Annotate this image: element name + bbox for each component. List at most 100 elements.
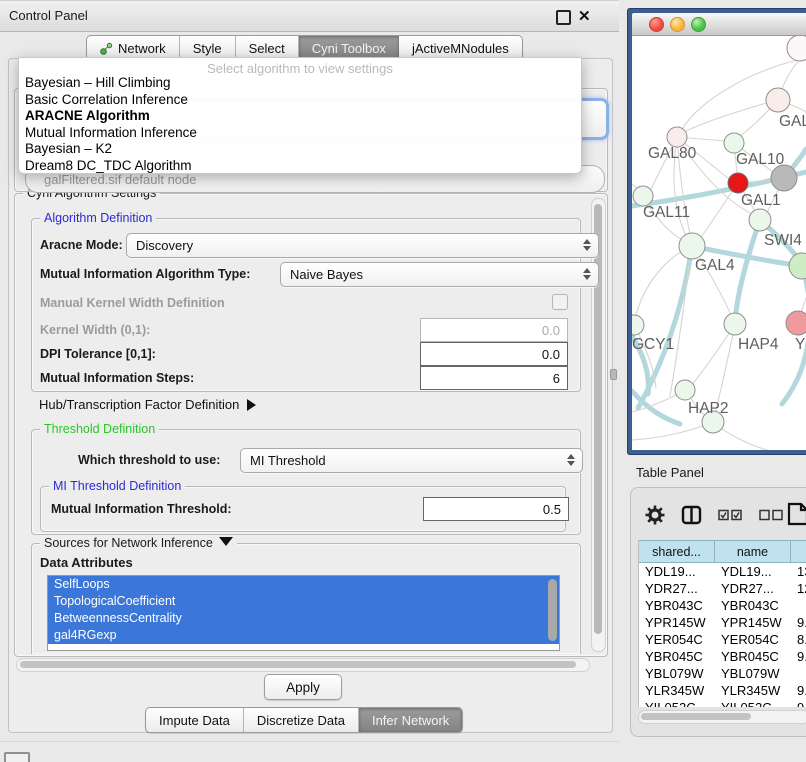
- network-node-gcy1[interactable]: [632, 315, 644, 335]
- column-header-name[interactable]: name: [715, 540, 791, 563]
- network-node[interactable]: [787, 36, 806, 61]
- table-hscrollbar-thumb[interactable]: [641, 713, 751, 720]
- network-edge-thick: [736, 220, 760, 312]
- table-row[interactable]: YPR145WYPR145W9.: [639, 614, 806, 631]
- node-label-hap4: HAP4: [738, 336, 779, 353]
- table-row[interactable]: YBR043CYBR043C: [639, 597, 806, 614]
- algorithm-option[interactable]: Mutual Information Inference: [25, 125, 197, 140]
- algorithm-option[interactable]: Basic Correlation Inference: [25, 92, 188, 107]
- node-label-gal11: GAL11: [643, 204, 690, 221]
- network-node-hap2[interactable]: [675, 380, 695, 400]
- network-graph: GALGAL80GAL10GAL1GAL11SWI4GAL4GCY1HAP4YH…: [632, 36, 806, 450]
- algorithm-option[interactable]: Bayesian – K2: [25, 141, 112, 156]
- mi-threshold-group-label: MI Threshold Definition: [49, 479, 185, 493]
- table-row[interactable]: YIL052CYIL052C9.: [639, 699, 806, 707]
- tab-label: Infer Network: [372, 713, 449, 728]
- table-cell: YPR145W: [715, 614, 791, 631]
- data-attributes-list[interactable]: SelfLoopsTopologicalCoefficientBetweenne…: [47, 575, 560, 651]
- network-node-gal10[interactable]: [724, 133, 744, 153]
- table-row[interactable]: YER054CYER054C8.: [639, 631, 806, 648]
- close-icon[interactable]: ✕: [578, 7, 591, 25]
- mi-threshold-group: MI Threshold Definition Mutual Informati…: [40, 486, 566, 532]
- table-cell: YER054C: [715, 631, 791, 648]
- select-all-checkboxes-icon[interactable]: [718, 509, 743, 524]
- mi-steps-input[interactable]: 6: [420, 366, 568, 390]
- network-canvas[interactable]: GALGAL80GAL10GAL1GAL11SWI4GAL4GCY1HAP4YH…: [632, 36, 806, 450]
- manual-kernel-label: Manual Kernel Width Definition: [40, 296, 225, 310]
- column-header-shared[interactable]: shared...: [639, 540, 715, 563]
- columns-icon[interactable]: [681, 505, 702, 528]
- minimize-traffic-light-icon[interactable]: [670, 17, 685, 32]
- table-cell: YER054C: [639, 631, 715, 648]
- which-threshold-select[interactable]: MI Threshold: [240, 448, 583, 473]
- network-node-gal[interactable]: [766, 88, 790, 112]
- network-node-gal11[interactable]: [633, 186, 653, 206]
- table-hscrollbar[interactable]: [638, 710, 806, 724]
- new-table-icon[interactable]: [787, 502, 806, 529]
- mi-type-select[interactable]: Naive Bayes: [280, 262, 599, 287]
- tab-label: Network: [118, 41, 166, 56]
- mi-threshold-input[interactable]: 0.5: [423, 497, 569, 521]
- network-node-gal4[interactable]: [679, 233, 705, 259]
- network-node-gal1[interactable]: [728, 173, 748, 193]
- algorithm-option[interactable]: Dream8 DC_TDC Algorithm: [25, 158, 192, 173]
- network-node[interactable]: [771, 165, 797, 191]
- table-row[interactable]: YDL19...YDL19...13: [639, 563, 806, 580]
- aracne-mode-select[interactable]: Discovery: [126, 233, 599, 258]
- kernel-width-input[interactable]: 0.0: [420, 318, 568, 342]
- close-traffic-light-icon[interactable]: [649, 17, 664, 32]
- node-label-hap2: HAP2: [688, 400, 729, 417]
- settings-hscrollbar[interactable]: [16, 658, 590, 672]
- table-cell: YDR27...: [715, 580, 791, 597]
- panel-splitter-handle[interactable]: [610, 369, 617, 380]
- table-row[interactable]: YDR27...YDR27...12: [639, 580, 806, 597]
- algorithm-option[interactable]: Bayesian – Hill Climbing: [25, 75, 171, 90]
- node-table: shared...nameA YDL19...YDL19...13YDR27..…: [638, 540, 806, 707]
- table-cell: 13: [791, 563, 806, 580]
- hub-definition-toggle[interactable]: Hub/Transcription Factor Definition: [39, 397, 256, 412]
- sources-group-label[interactable]: Sources for Network Inference: [40, 536, 237, 550]
- table-row[interactable]: YBR045CYBR045C9.: [639, 648, 806, 665]
- attribute-item[interactable]: gal4RGexp: [48, 627, 559, 644]
- table-cell: YBR043C: [715, 597, 791, 614]
- gear-icon[interactable]: [645, 505, 665, 528]
- divider: [0, 741, 619, 742]
- algorithm-option[interactable]: ARACNE Algorithm: [25, 108, 150, 123]
- settings-hscrollbar-thumb[interactable]: [20, 661, 576, 668]
- table-cell: YBL079W: [715, 665, 791, 682]
- which-threshold-label: Which threshold to use:: [78, 453, 220, 467]
- attribute-item[interactable]: TopologicalCoefficient: [48, 593, 559, 610]
- network-node-swi4[interactable]: [749, 209, 771, 231]
- apply-button-label: Apply: [286, 680, 320, 695]
- dpi-tolerance-input[interactable]: 0.0: [420, 342, 568, 366]
- stepper-icon: [582, 238, 591, 252]
- zoom-traffic-light-icon[interactable]: [691, 17, 706, 32]
- minimized-panel-icon[interactable]: [4, 752, 30, 762]
- deselect-all-checkboxes-icon[interactable]: [759, 509, 784, 524]
- tab-impute-data[interactable]: Impute Data: [146, 708, 244, 732]
- cyni-mode-tabbar: Impute DataDiscretize Data Infer Network: [145, 707, 463, 733]
- network-node-gal80[interactable]: [667, 127, 687, 147]
- network-node-hap4[interactable]: [724, 313, 746, 335]
- attribute-item[interactable]: BetweennessCentrality: [48, 610, 559, 627]
- apply-button[interactable]: Apply: [264, 674, 342, 700]
- tab-infer-network[interactable]: Infer Network: [359, 708, 462, 732]
- node-label-gal4: GAL4: [695, 257, 735, 274]
- manual-kernel-checkbox[interactable]: [552, 294, 568, 310]
- hub-definition-label: Hub/Transcription Factor Definition: [39, 397, 239, 412]
- column-header-a[interactable]: A: [791, 540, 806, 563]
- table-row[interactable]: YBL079WYBL079W: [639, 665, 806, 682]
- algorithm-popup-placeholder: Select algorithm to view settings: [19, 61, 581, 76]
- tab-discretize-data[interactable]: Discretize Data: [244, 708, 359, 732]
- attr-list-scrollbar-thumb[interactable]: [548, 579, 557, 641]
- stepper-icon: [582, 267, 591, 281]
- control-panel-titlebar: Control Panel ✕: [0, 0, 619, 32]
- float-panel-icon[interactable]: [556, 10, 571, 25]
- network-node[interactable]: [789, 253, 806, 279]
- table-cell: 9.: [791, 648, 806, 665]
- network-node-y[interactable]: [786, 311, 806, 335]
- table-cell: [791, 665, 806, 682]
- table-row[interactable]: YLR345WYLR345W9.: [639, 682, 806, 699]
- threshold-definition-label: Threshold Definition: [40, 422, 159, 436]
- attribute-item[interactable]: SelfLoops: [48, 576, 559, 593]
